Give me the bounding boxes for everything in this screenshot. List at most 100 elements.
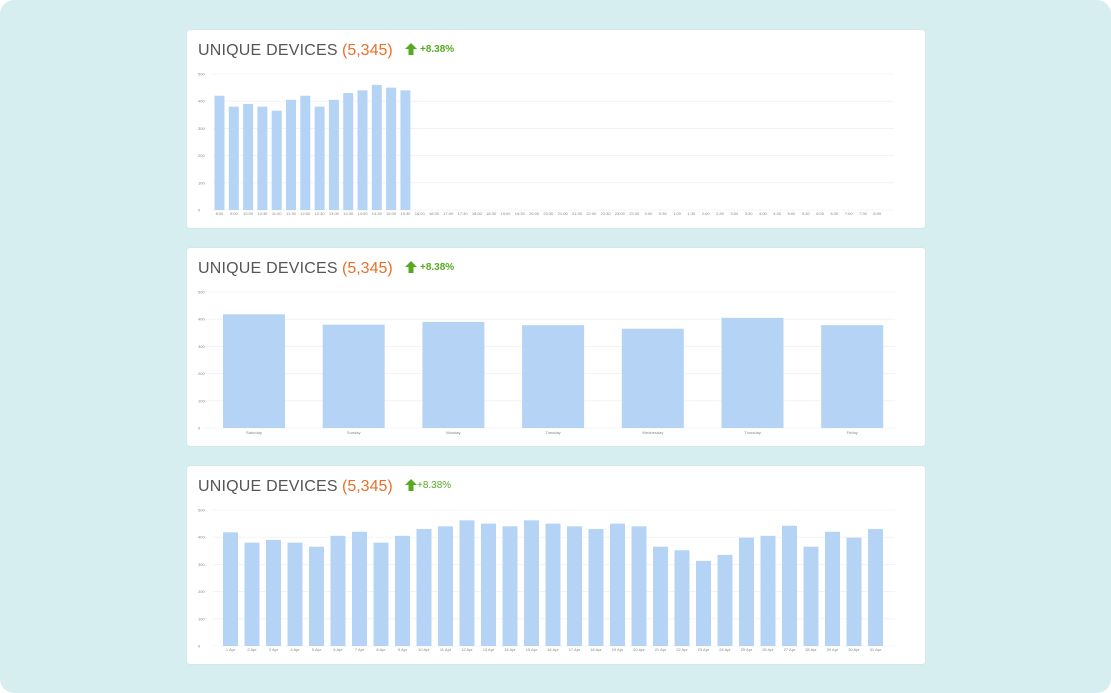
x-tick-label: Monday bbox=[446, 430, 460, 435]
x-tick-label: Wednesday bbox=[642, 430, 663, 435]
bar bbox=[438, 526, 453, 646]
y-tick-label: 200 bbox=[198, 371, 205, 376]
unique-devices-card-hourly: UNIQUE DEVICES (5,345) +8.38% 0 100 200 300… bbox=[187, 30, 925, 228]
x-tick-label: 20:30 bbox=[543, 211, 554, 216]
x-tick-label: 9 Apr bbox=[398, 647, 408, 652]
bar bbox=[352, 531, 367, 646]
x-tick-label: 5:00 bbox=[788, 211, 797, 216]
bar bbox=[357, 90, 368, 210]
x-tick-label: Sunday bbox=[347, 430, 361, 435]
x-tick-label: 3:30 bbox=[745, 211, 754, 216]
bar bbox=[610, 523, 625, 646]
x-tick-label: Friday bbox=[847, 430, 858, 435]
bar bbox=[422, 321, 485, 428]
x-tick-label: 19:00 bbox=[500, 211, 511, 216]
bar bbox=[653, 546, 668, 646]
x-tick-label: 12:30 bbox=[315, 211, 326, 216]
bar bbox=[868, 529, 883, 646]
x-tick-label: 19 Apr bbox=[612, 647, 624, 652]
x-tick-label: 15:00 bbox=[386, 211, 397, 216]
bar bbox=[459, 520, 475, 646]
bar bbox=[696, 560, 711, 646]
x-tick-label: 8 Apr bbox=[376, 647, 386, 652]
x-tick-label: 11:00 bbox=[272, 211, 282, 216]
x-tick-label: Thursday bbox=[744, 430, 761, 435]
bar bbox=[287, 542, 303, 646]
bar bbox=[524, 520, 539, 646]
bar bbox=[330, 535, 346, 646]
x-tick-label: 4:00 bbox=[759, 211, 768, 216]
bar bbox=[286, 99, 296, 210]
x-tick-label: 11:30 bbox=[286, 211, 296, 216]
x-tick-label: Tuesday bbox=[545, 430, 560, 435]
x-tick-label: 22:30 bbox=[601, 211, 612, 216]
bar bbox=[328, 99, 339, 210]
x-tick-label: 18 Apr bbox=[590, 647, 602, 652]
bar bbox=[373, 542, 389, 646]
x-tick-label: 12 Apr bbox=[461, 647, 473, 652]
x-tick-label: 13:00 bbox=[329, 211, 340, 216]
bar bbox=[395, 535, 410, 646]
y-tick-label: 100 bbox=[198, 398, 205, 403]
daily-bar-chart: 0 100 200 300 400 500 1 Apr 2 Apr 3 Apr 4 Apr 5 Ap… bbox=[198, 508, 895, 652]
x-tick-label: 10:30 bbox=[257, 211, 268, 216]
x-tick-label: 31 Apr bbox=[870, 647, 882, 652]
x-tick-label: 23 Apr bbox=[698, 647, 710, 652]
x-tick-label: 20 Apr bbox=[633, 647, 645, 652]
y-tick-label: 400 bbox=[198, 535, 205, 540]
x-tick-label: 13:30 bbox=[343, 211, 354, 216]
x-tick-label: 17:00 bbox=[443, 211, 454, 216]
bar bbox=[266, 539, 281, 646]
x-tick-label: 9:00 bbox=[230, 211, 239, 216]
x-tick-label: 18:30 bbox=[486, 211, 497, 216]
x-tick-label: 15 Apr bbox=[526, 647, 538, 652]
x-tick-label: 5:30 bbox=[802, 211, 811, 216]
x-tick-label: 1:00 bbox=[673, 211, 682, 216]
y-tick-label: 500 bbox=[198, 72, 205, 77]
x-tick-label: 22 Apr bbox=[676, 647, 688, 652]
x-tick-label: 14:30 bbox=[372, 211, 383, 216]
x-tick-label: 4:30 bbox=[773, 211, 782, 216]
unique-devices-card-weekday: UNIQUE DEVICES (5,345) +8.38% 0 100 200 300… bbox=[187, 248, 925, 446]
bar bbox=[717, 554, 733, 646]
bar bbox=[522, 325, 585, 428]
y-tick-label: 0 bbox=[198, 208, 201, 213]
x-tick-label: 29 Apr bbox=[827, 647, 839, 652]
y-tick-label: 100 bbox=[198, 616, 205, 621]
x-tick-label: 21 Apr bbox=[655, 647, 667, 652]
x-tick-label: 10:00 bbox=[243, 211, 254, 216]
x-tick-label: 13 Apr bbox=[483, 647, 495, 652]
x-tick-label: 7:30 bbox=[859, 211, 868, 216]
x-tick-label: 11 Apr bbox=[440, 647, 452, 652]
x-tick-label: 19:30 bbox=[515, 211, 526, 216]
x-tick-label: 1 Apr bbox=[226, 647, 236, 652]
bar bbox=[343, 93, 354, 210]
y-tick-label: 500 bbox=[198, 290, 205, 295]
y-tick-label: 0 bbox=[198, 644, 201, 649]
bar bbox=[214, 95, 225, 210]
x-tick-label: 7 Apr bbox=[355, 647, 365, 652]
x-tick-label: 23:30 bbox=[629, 211, 640, 216]
bar bbox=[821, 325, 884, 428]
x-tick-label: Saturday bbox=[246, 430, 262, 435]
bar bbox=[271, 110, 282, 210]
bar bbox=[825, 531, 840, 646]
x-tick-label: 27 Apr bbox=[784, 647, 796, 652]
bar bbox=[244, 542, 260, 646]
bar bbox=[846, 537, 862, 646]
x-tick-label: 14 Apr bbox=[504, 647, 516, 652]
bar bbox=[760, 535, 776, 646]
x-tick-label: 14:00 bbox=[357, 211, 368, 216]
x-tick-label: 4 Apr bbox=[290, 647, 300, 652]
bar bbox=[782, 525, 797, 646]
x-tick-label: 23:00 bbox=[615, 211, 626, 216]
x-tick-label: 0:00 bbox=[645, 211, 654, 216]
bar bbox=[400, 90, 411, 210]
y-tick-label: 100 bbox=[198, 180, 205, 185]
x-tick-label: 30 Apr bbox=[848, 647, 860, 652]
bar bbox=[300, 95, 311, 210]
x-tick-label: 6:30 bbox=[831, 211, 840, 216]
x-tick-label: 12:00 bbox=[300, 211, 311, 216]
x-tick-label: 25 Apr bbox=[741, 647, 753, 652]
x-tick-label: 18:00 bbox=[472, 211, 483, 216]
